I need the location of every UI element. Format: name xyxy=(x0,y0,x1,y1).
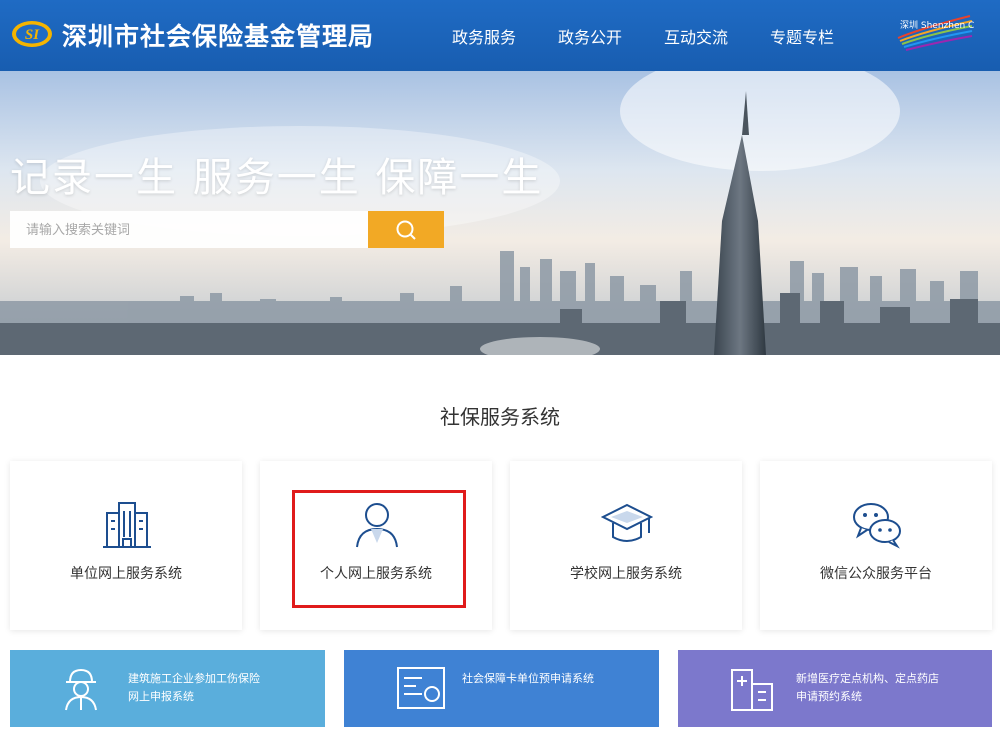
hero-banner: 记录一生 服务一生 保障一生 xyxy=(0,71,1000,355)
card-label: 学校网上服务系统 xyxy=(570,566,682,582)
search-input[interactable] xyxy=(10,211,369,248)
card-school-online-service[interactable]: 学校网上服务系统 xyxy=(510,461,742,630)
main-nav: 政务服务 政务公开 互动交流 专题专栏 xyxy=(432,24,876,48)
banner-text-line2: 网上申报系统 xyxy=(128,690,194,703)
card-label: 单位网上服务系统 xyxy=(70,566,182,582)
building-icon xyxy=(103,502,151,548)
search-button[interactable] xyxy=(368,211,444,248)
banner-text-line1: 社会保障卡单位预申请系统 xyxy=(462,672,594,685)
nav-item-gov-disclosure[interactable]: 政务公开 xyxy=(558,24,622,48)
banner-social-security-card[interactable]: 社会保障卡单位预申请系统 xyxy=(344,650,659,727)
search-icon xyxy=(396,220,416,240)
banner-text-line1: 建筑施工企业参加工伤保险 xyxy=(128,672,260,685)
hospital-icon xyxy=(731,669,773,711)
nav-item-special-topics[interactable]: 专题专栏 xyxy=(770,24,834,48)
banner-text: 建筑施工企业参加工伤保险 网上申报系统 xyxy=(128,670,260,706)
hero-slogan: 记录一生 服务一生 保障一生 xyxy=(10,155,544,201)
graduation-cap-icon xyxy=(601,503,653,542)
svg-text:深圳 Shenzhen China: 深圳 Shenzhen China xyxy=(900,20,974,31)
wechat-icon xyxy=(853,503,901,549)
card-unit-online-service[interactable]: 单位网上服务系统 xyxy=(10,461,242,630)
si-logo-icon[interactable]: SI xyxy=(11,19,53,49)
nav-item-gov-services[interactable]: 政务服务 xyxy=(452,24,516,48)
banner-text: 新增医疗定点机构、定点药店 申请预约系统 xyxy=(796,670,939,706)
banner-construction-injury-insurance[interactable]: 建筑施工企业参加工伤保险 网上申报系统 xyxy=(10,650,325,727)
banner-text-line2: 申请预约系统 xyxy=(796,690,862,703)
card-icon xyxy=(397,667,445,709)
site-header: SI 深圳市社会保险基金管理局 政务服务 政务公开 互动交流 专题专栏 深圳 S… xyxy=(0,0,1000,71)
card-wechat-service[interactable]: 微信公众服务平台 xyxy=(760,461,992,630)
banner-text: 社会保障卡单位预申请系统 xyxy=(462,670,594,688)
svg-text:SI: SI xyxy=(25,27,40,43)
nav-item-interaction[interactable]: 互动交流 xyxy=(664,24,728,48)
worker-icon xyxy=(65,668,97,711)
shenzhen-brand-logo[interactable]: 深圳 Shenzhen China xyxy=(892,14,974,54)
selection-highlight-box xyxy=(292,490,466,608)
section-title: 社保服务系统 xyxy=(440,405,560,429)
banner-text-line1: 新增医疗定点机构、定点药店 xyxy=(796,672,939,685)
banner-medical-institution-application[interactable]: 新增医疗定点机构、定点药店 申请预约系统 xyxy=(678,650,992,727)
site-title[interactable]: 深圳市社会保险基金管理局 xyxy=(62,17,374,53)
card-label: 微信公众服务平台 xyxy=(820,566,932,582)
